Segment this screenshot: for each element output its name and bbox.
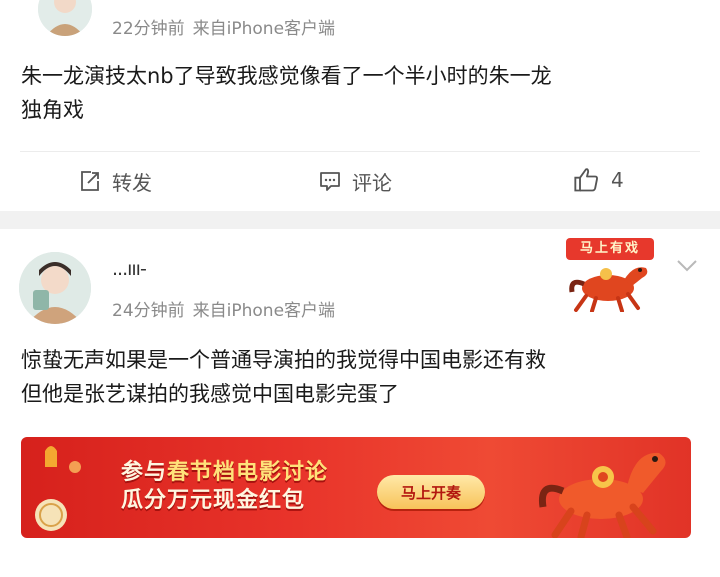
- post-time: 22分钟前: [112, 19, 185, 39]
- post-text-line: 但他是张艺谋拍的我感觉中国电影完蛋了: [21, 382, 399, 406]
- post-meta: 24分钟前 来自iPhone客户端: [112, 296, 335, 321]
- avatar[interactable]: [38, 0, 92, 36]
- chevron-down-icon: [677, 260, 697, 272]
- divider: [20, 151, 700, 152]
- avatar-image: [19, 252, 91, 324]
- user-badge[interactable]: 马上有戏: [562, 236, 658, 312]
- banner-line2: 瓜分万元现金红包: [121, 488, 306, 513]
- comment-button[interactable]: 评论: [318, 166, 392, 196]
- repost-label: 转发: [112, 170, 152, 195]
- join-now-label: 马上开奏: [400, 483, 461, 502]
- horse-icon: [569, 267, 648, 312]
- post-text-line: 惊蛰无声如果是一个普通导演拍的我觉得中国电影还有救: [21, 348, 546, 372]
- join-now-button[interactable]: 马上开奏: [377, 475, 485, 509]
- post-text-line: 朱一龙演技太nb了导致我感觉像看了一个半小时的朱一龙: [21, 64, 552, 88]
- comment-label: 评论: [352, 170, 392, 195]
- post-separator: [0, 211, 720, 229]
- horse-icon: [538, 452, 666, 538]
- banner-line1-highlight: 春节档电影讨论: [167, 460, 329, 485]
- post-text: 朱一龙演技太nb了导致我感觉像看了一个半小时的朱一龙 独角戏: [21, 59, 711, 127]
- promo-banner[interactable]: 参与春节档电影讨论 瓜分万元现金红包 马上开奏: [21, 437, 691, 538]
- post-source: 来自iPhone客户端: [192, 19, 336, 39]
- post-meta: 22分钟前 来自iPhone客户端: [112, 14, 335, 39]
- comment-icon: [320, 172, 340, 191]
- banner-title: 参与春节档电影讨论 瓜分万元现金红包: [121, 459, 328, 515]
- username[interactable]: ...ııı-: [112, 258, 147, 280]
- post-text-line: 独角戏: [21, 98, 84, 122]
- like-count: 4: [611, 168, 624, 192]
- username-text: ...ııı-: [112, 258, 147, 280]
- avatar-image: [38, 0, 92, 36]
- banner-line1: 参与春节档电影讨论: [121, 459, 328, 487]
- repost-button[interactable]: 转发: [78, 166, 152, 196]
- post-source: 来自iPhone客户端: [192, 301, 336, 321]
- post-options-button[interactable]: [676, 258, 698, 274]
- thumbs-up-icon: [574, 168, 598, 192]
- repost-icon: [81, 171, 99, 191]
- drum-icon: [35, 446, 81, 531]
- post-text: 惊蛰无声如果是一个普通导演拍的我觉得中国电影还有救 但他是张艺谋拍的我感觉中国电…: [21, 343, 711, 411]
- like-button[interactable]: 4: [573, 164, 624, 196]
- avatar[interactable]: [19, 252, 91, 324]
- banner-line1-prefix: 参与: [121, 460, 168, 485]
- post-time: 24分钟前: [112, 301, 185, 321]
